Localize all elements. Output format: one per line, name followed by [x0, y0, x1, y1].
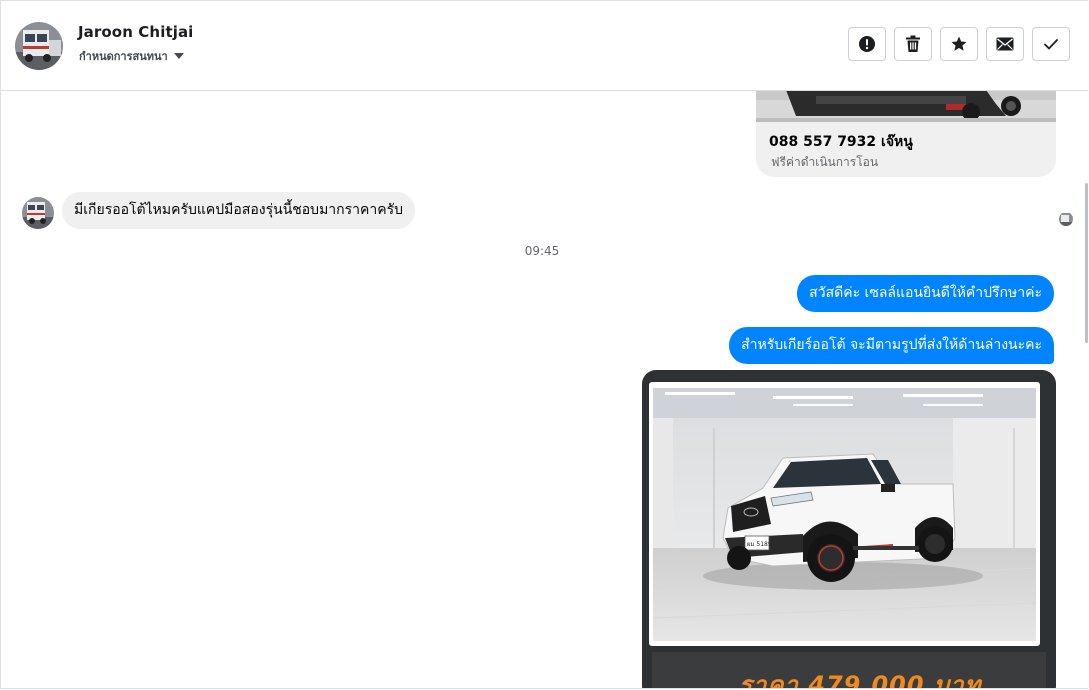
conversation-header: Jaroon Chitjai กำหนดการสนทนา [1, 1, 1088, 91]
star-icon [951, 36, 967, 51]
assign-conversation-dropdown[interactable]: กำหนดการสนทนา [79, 47, 184, 65]
incoming-message-bubble[interactable]: มีเกียรออโต้ไหมครับแคปมือสองรุ่นนี้ชอบมา… [62, 192, 416, 229]
envelope-icon [996, 37, 1014, 51]
mark-unread-button[interactable] [986, 27, 1024, 61]
caret-down-icon [173, 53, 184, 59]
messenger-window: Jaroon Chitjai กำหนดการสนทนา 088 557 793… [0, 0, 1088, 689]
mark-spam-button[interactable] [848, 27, 886, 61]
outgoing-message-bubble[interactable]: สำหรับเกียร์ออโต้ จะมีตามรูปที่ส่งให้ด้า… [729, 327, 1054, 364]
seen-indicator-avatar [1059, 212, 1073, 226]
photo-frame: ผม 5189 [649, 382, 1040, 646]
scrollbar[interactable] [1085, 183, 1088, 343]
pickup-truck-photo[interactable]: ผม 5189 [653, 388, 1036, 641]
contact-name[interactable]: Jaroon Chitjai [78, 23, 193, 41]
card-phone: 088 557 7932 เจ๊หนู [769, 134, 913, 150]
outgoing-message-bubble[interactable]: สวัสดีค่ะ เซลล์แอนยินดีให้คำปรึกษาค่ะ [797, 275, 1054, 312]
car-photo-strip [756, 90, 1056, 122]
star-button[interactable] [940, 27, 978, 61]
assign-label: กำหนดการสนทนา [79, 50, 168, 63]
card-subtitle: ฟรีค่าดำเนินการโอน [771, 155, 879, 169]
car-photo-attachment[interactable]: ผม 5189 ราคา 479,000 บาท [642, 370, 1056, 689]
license-plate-text: ผม 5189 [747, 541, 772, 548]
check-icon [1044, 39, 1058, 50]
price-text: ราคา 479,000 บาท [739, 671, 982, 689]
trash-icon [906, 35, 920, 52]
exclamation-icon [859, 36, 875, 52]
shared-post-card[interactable]: 088 557 7932 เจ๊หนู ฟรีค่าดำเนินการโอน [756, 90, 1056, 177]
mark-done-button[interactable] [1032, 27, 1070, 61]
conversation-actions [848, 27, 1070, 61]
sender-avatar[interactable] [22, 197, 54, 229]
delete-button[interactable] [894, 27, 932, 61]
timestamp: 09:45 [524, 244, 560, 258]
avatar[interactable] [15, 22, 63, 70]
